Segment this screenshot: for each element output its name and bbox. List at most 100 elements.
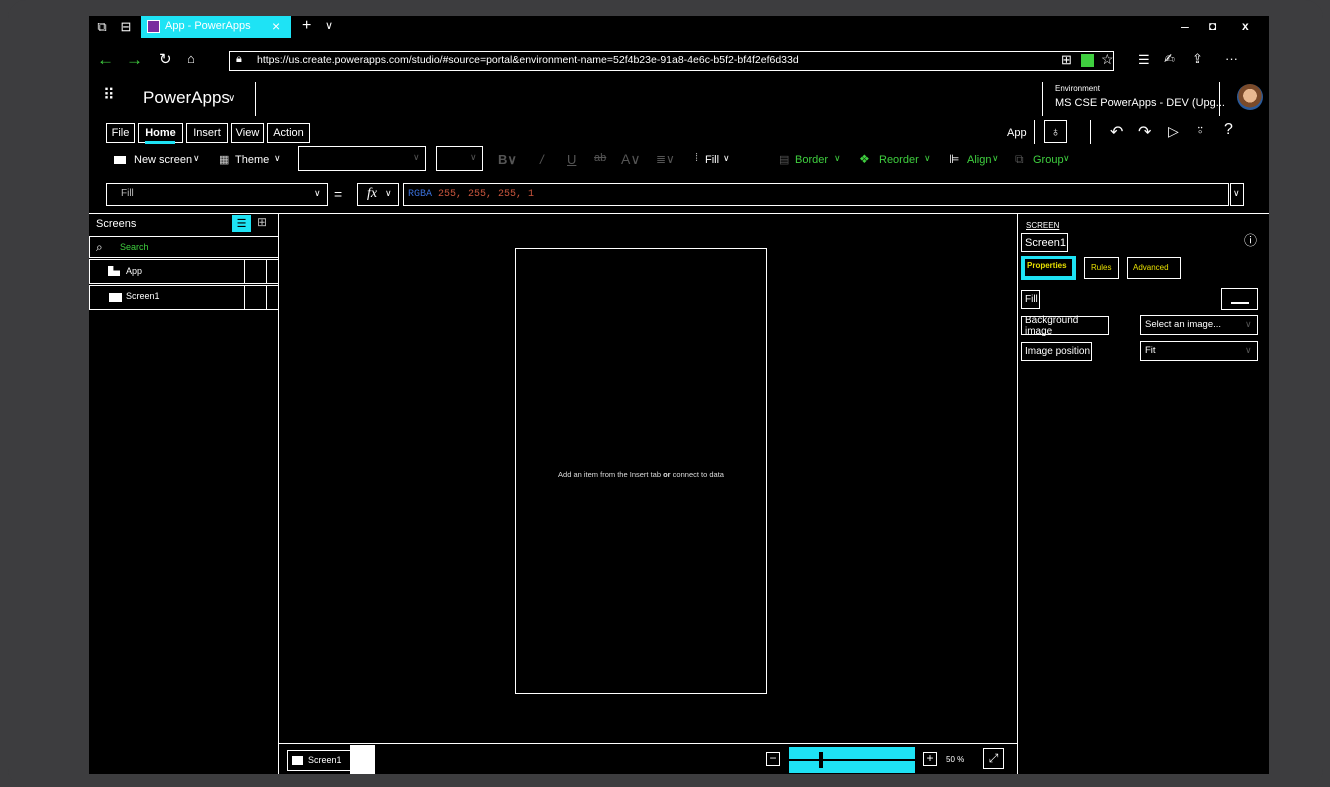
app-checker-button[interactable]: ♁ [1044, 120, 1067, 143]
list-view-icon: ☰ [236, 218, 247, 230]
tab-advanced-label: Advanced [1133, 263, 1169, 272]
tab-rules[interactable]: Rules [1084, 257, 1119, 279]
env-divider [1042, 82, 1043, 116]
font-family-dropdown[interactable]: ∨ [298, 146, 426, 171]
background-image-dropdown[interactable]: Select an image... ∨ [1140, 315, 1258, 335]
property-dropdown[interactable]: Fill ∨ [106, 183, 328, 206]
reorder-button[interactable]: Reorder [879, 154, 919, 166]
fill-icon: ⁞ [695, 152, 699, 164]
formula-expand-button[interactable]: ∨ [1230, 183, 1244, 206]
active-tab-underline [145, 141, 175, 144]
new-tab-icon[interactable]: + [302, 17, 311, 35]
image-position-dropdown[interactable]: Fit ∨ [1140, 341, 1258, 361]
undo-icon[interactable]: ↶ [1110, 122, 1123, 142]
home-icon[interactable]: ⌂ [187, 51, 195, 66]
redo-icon[interactable]: ↷ [1138, 122, 1151, 142]
screen-thumbnail[interactable] [350, 745, 375, 774]
theme-button[interactable]: Theme [235, 154, 269, 166]
tab-file[interactable]: File [106, 123, 135, 143]
zoom-in-button[interactable]: + [923, 751, 937, 766]
play-icon[interactable]: ▷ [1168, 123, 1179, 140]
forward-arrow-icon[interactable]: → [126, 50, 143, 70]
help-circle-icon[interactable]: ⓘ [1244, 230, 1257, 249]
font-color-icon[interactable]: A∨ [621, 151, 641, 168]
formula-input[interactable]: RGBA 255, 255, 255, 1 [403, 183, 1229, 206]
formula-expand-chevron-icon: ∨ [1233, 188, 1240, 198]
tree-item-screen1[interactable]: Screen1 [89, 285, 279, 310]
border-chevron-icon[interactable]: ∨ [834, 153, 841, 164]
fit-to-window-button[interactable]: ⤢ [983, 748, 1004, 769]
screen1-item-menu[interactable] [244, 286, 267, 309]
close-window-icon[interactable]: x [1242, 19, 1249, 33]
group-button[interactable]: Group [1033, 154, 1064, 166]
restore-icon[interactable]: ◘ [1209, 19, 1216, 33]
align-button[interactable]: Align [967, 154, 991, 166]
fill-color-picker[interactable] [1221, 288, 1258, 310]
underline-icon[interactable]: U [567, 152, 576, 167]
text-align-icon[interactable]: ≣∨ [656, 152, 675, 166]
more-options-icon[interactable]: ··· [1225, 51, 1238, 66]
tab-advanced[interactable]: Advanced [1127, 257, 1181, 279]
set-aside-tabs-icon[interactable]: ⊟ [119, 19, 133, 34]
tab-insert[interactable]: Insert [186, 123, 228, 143]
thumbnail-view-icon[interactable]: ⊞ [257, 215, 267, 229]
powerapps-brand[interactable]: PowerApps [143, 88, 230, 108]
fill-button[interactable]: Fill [705, 154, 719, 166]
pen-notes-icon[interactable]: ✍︎ [1164, 51, 1175, 67]
chip-screen-icon [292, 756, 303, 765]
border-icon: ▤ [779, 154, 790, 166]
reading-view-icon[interactable] [1081, 54, 1094, 67]
share-user-icon[interactable]: ⍤ [1196, 122, 1204, 139]
font-size-dropdown[interactable]: ∨ [436, 146, 483, 171]
refresh-icon[interactable]: ↻ [159, 50, 172, 68]
new-screen-button[interactable]: New screen [134, 154, 192, 166]
new-screen-chevron-icon[interactable]: ∨ [193, 153, 200, 164]
tab-list-chevron-icon[interactable]: ∨ [325, 19, 333, 32]
tab-action[interactable]: Action [267, 123, 310, 143]
tab-actions-icon[interactable]: ⧉ [95, 19, 109, 34]
favorites-hub-icon[interactable]: ☰ [1138, 52, 1150, 68]
bold-icon[interactable]: B∨ [498, 152, 517, 168]
extension-icon[interactable]: ⊞ [1061, 52, 1072, 68]
browser-tab-powerapps[interactable]: App - PowerApps × [141, 16, 291, 38]
theme-chevron-icon[interactable]: ∨ [274, 153, 281, 164]
app-window: ⧉ ⊟ App - PowerApps × + ∨ – ◘ x ← → ↻ ⌂ … [89, 16, 1269, 774]
background-image-value: Select an image... [1145, 319, 1222, 330]
environment-name[interactable]: MS CSE PowerApps - DEV (Upg... [1055, 97, 1225, 109]
favorite-star-icon[interactable]: ☆ [1101, 51, 1114, 68]
fx-button[interactable]: fx ∨ [357, 183, 399, 206]
zoom-slider[interactable] [789, 747, 915, 773]
zoom-level: 50 % [946, 755, 965, 764]
app-label[interactable]: App [1007, 127, 1027, 139]
screen-canvas[interactable]: Add an item from the Insert tab or conne… [515, 248, 767, 694]
app-item-menu[interactable] [244, 260, 267, 283]
screens-panel-title: Screens [96, 218, 137, 230]
zoom-out-button[interactable]: − [766, 751, 780, 766]
share-icon[interactable]: ⇪ [1192, 51, 1203, 67]
close-tab-icon[interactable]: × [272, 18, 280, 34]
screens-search-box[interactable]: ⌕ Search [89, 236, 279, 258]
section-label: SCREEN [1026, 221, 1060, 230]
screen-chip-label: Screen1 [308, 755, 342, 765]
italic-icon[interactable]: / [540, 152, 544, 167]
user-avatar[interactable] [1237, 84, 1263, 110]
tree-item-app[interactable]: App [89, 259, 279, 284]
minimize-icon[interactable]: – [1181, 18, 1189, 34]
url-text[interactable]: https://us.create.powerapps.com/studio/#… [257, 54, 799, 66]
zoom-slider-thumb[interactable] [819, 752, 823, 768]
fill-chevron-icon[interactable]: ∨ [723, 153, 730, 164]
strikethrough-icon[interactable]: ab [594, 152, 606, 164]
border-button[interactable]: Border [795, 154, 828, 166]
group-chevron-icon[interactable]: ∨ [1063, 153, 1070, 164]
back-arrow-icon[interactable]: ← [97, 50, 114, 70]
screen-name-field[interactable]: Screen1 [1021, 233, 1068, 252]
brand-chevron-icon[interactable]: ∨ [228, 93, 235, 104]
tab-view[interactable]: View [231, 123, 264, 143]
align-chevron-icon[interactable]: ∨ [992, 153, 999, 164]
reorder-chevron-icon[interactable]: ∨ [924, 153, 931, 164]
help-icon[interactable]: ? [1224, 121, 1233, 139]
app-launcher-icon[interactable]: ⠿ [103, 85, 115, 105]
tab-home[interactable]: Home [138, 123, 183, 143]
tab-properties[interactable]: Properties [1021, 256, 1076, 280]
list-view-toggle[interactable]: ☰ [232, 215, 251, 232]
